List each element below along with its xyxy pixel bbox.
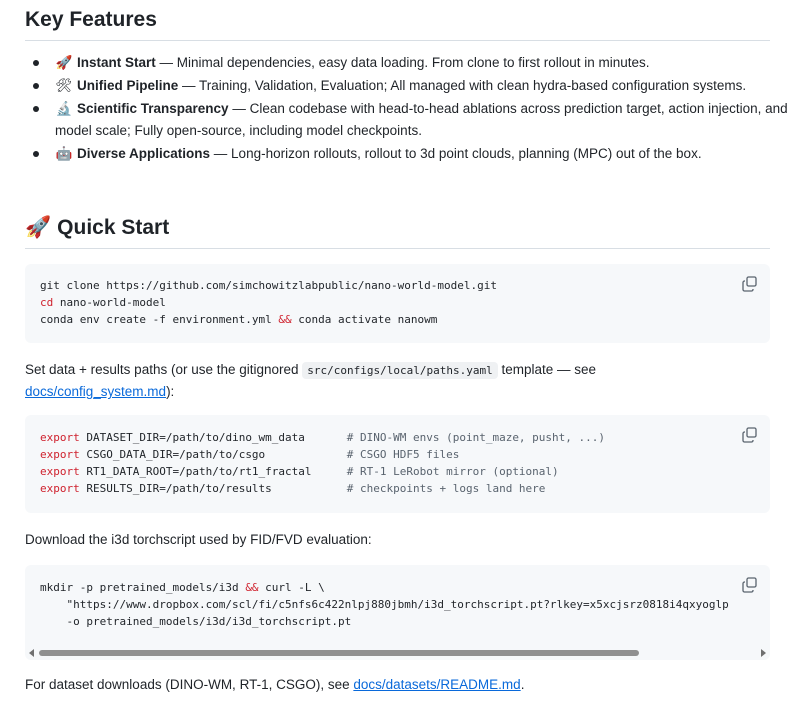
- install-code-block[interactable]: git clone https://github.com/simchowitzl…: [25, 264, 770, 343]
- code-text: curl -L \: [258, 581, 325, 594]
- horizontal-scrollbar[interactable]: [25, 646, 770, 660]
- rocket-icon: 🚀: [25, 216, 52, 239]
- text: .: [520, 677, 525, 692]
- code-text: CSGO_DATA_DIR=/path/to/csgo: [79, 448, 266, 461]
- feature-item: 🚀 Instant Start — Minimal dependencies, e…: [33, 52, 800, 74]
- code-text: RT1_DATA_ROOT=/path/to/rt1_fractal: [79, 465, 312, 478]
- datasets-readme-link[interactable]: docs/datasets/README.md: [353, 677, 520, 692]
- copy-icon[interactable]: [742, 577, 758, 593]
- paths-instructions: Set data + results paths (or use the git…: [25, 359, 770, 402]
- copy-icon[interactable]: [742, 427, 758, 443]
- feature-name: Diverse Applications: [77, 146, 211, 161]
- code-keyword: export: [40, 431, 80, 444]
- code-keyword: export: [40, 465, 80, 478]
- code-keyword: export: [40, 482, 80, 495]
- scroll-left-icon[interactable]: [29, 649, 34, 657]
- text: For dataset downloads (DINO-WM, RT-1, CS…: [25, 677, 354, 692]
- download-instructions: Download the i3d torchscript used by FID…: [25, 532, 372, 547]
- text: Set data + results paths (or use the git…: [25, 362, 303, 377]
- code-text: nano-world-model: [53, 296, 166, 309]
- download-code-block[interactable]: mkdir -p pretrained_models/i3d && curl -…: [25, 565, 770, 660]
- inline-code: src/configs/local/paths.yaml: [302, 362, 498, 379]
- code-line: mkdir -p pretrained_models/i3d && curl -…: [40, 579, 755, 596]
- quick-start-heading: 🚀 Quick Start: [25, 216, 169, 240]
- code-text: conda env create -f environment.yml: [40, 313, 279, 326]
- key-features-heading: Key Features: [25, 8, 157, 31]
- feature-name: Scientific Transparency: [77, 101, 229, 116]
- feature-desc: — Training, Validation, Evaluation; All …: [178, 78, 747, 93]
- code-line: export RESULTS_DIR=/path/to/results # che…: [40, 480, 605, 497]
- code-operator: &&: [278, 313, 292, 326]
- code-line: cd nano-world-model: [40, 294, 497, 311]
- feature-item: 🔬 Scientific Transparency — Clean codebas…: [33, 98, 800, 142]
- code-line: -o pretrained_models/i3d/i3d_torchscript…: [40, 615, 352, 628]
- code-line: conda env create -f environment.yml && c…: [40, 311, 497, 328]
- feature-desc: — Long-horizon rollouts, rollout to 3d p…: [210, 146, 702, 161]
- feature-desc: — Minimal dependencies, easy data loadin…: [155, 55, 650, 70]
- code-line: export DATASET_DIR=/path/to/dino_wm_data…: [40, 429, 605, 446]
- text: template — see: [497, 362, 597, 377]
- tools-icon: 🛠: [55, 78, 73, 93]
- datasets-instructions: For dataset downloads (DINO-WM, RT-1, CS…: [25, 674, 770, 695]
- code-line: export RT1_DATA_ROOT=/path/to/rt1_fracta…: [40, 463, 605, 480]
- feature-item: 🤖 Diverse Applications — Long-horizon rol…: [33, 143, 800, 165]
- code-text: RESULTS_DIR=/path/to/results: [79, 482, 272, 495]
- code-keyword: export: [40, 448, 80, 461]
- robot-icon: 🤖: [55, 146, 73, 161]
- code-line: git clone https://github.com/simchowitzl…: [40, 279, 497, 292]
- code-line: export CSGO_DATA_DIR=/path/to/csgo # CSGO…: [40, 446, 605, 463]
- heading-divider: [25, 40, 770, 41]
- code-comment: # RT-1 LeRobot mirror (optional): [346, 465, 559, 478]
- code-line: "https://www.dropbox.com/scl/fi/c5nfs6c4…: [40, 598, 729, 611]
- text: ):: [166, 384, 175, 399]
- microscope-icon: 🔬: [55, 101, 73, 116]
- feature-item: 🛠 Unified Pipeline — Training, Validation…: [33, 75, 800, 97]
- env-code-block[interactable]: export DATASET_DIR=/path/to/dino_wm_data…: [25, 415, 770, 513]
- rocket-icon: 🚀: [55, 55, 73, 70]
- code-comment: # CSGO HDF5 files: [346, 448, 460, 461]
- heading-divider: [25, 248, 770, 249]
- copy-icon[interactable]: [742, 276, 758, 292]
- code-text: DATASET_DIR=/path/to/dino_wm_data: [79, 431, 305, 444]
- code-text: mkdir -p pretrained_models/i3d: [40, 581, 246, 594]
- scrollbar-thumb[interactable]: [39, 650, 639, 656]
- code-text: conda activate nanowm: [291, 313, 438, 326]
- scroll-right-icon[interactable]: [761, 649, 766, 657]
- quick-start-title: Quick Start: [57, 216, 170, 239]
- features-list: 🚀 Instant Start — Minimal dependencies, e…: [25, 52, 800, 166]
- config-system-link[interactable]: docs/config_system.md: [25, 384, 166, 399]
- feature-name: Unified Pipeline: [77, 78, 179, 93]
- code-command: cd: [40, 296, 54, 309]
- code-comment: # DINO-WM envs (point_maze, pusht, ...): [346, 431, 606, 444]
- code-comment: # checkpoints + logs land here: [346, 482, 546, 495]
- code-operator: &&: [245, 581, 259, 594]
- feature-name: Instant Start: [77, 55, 156, 70]
